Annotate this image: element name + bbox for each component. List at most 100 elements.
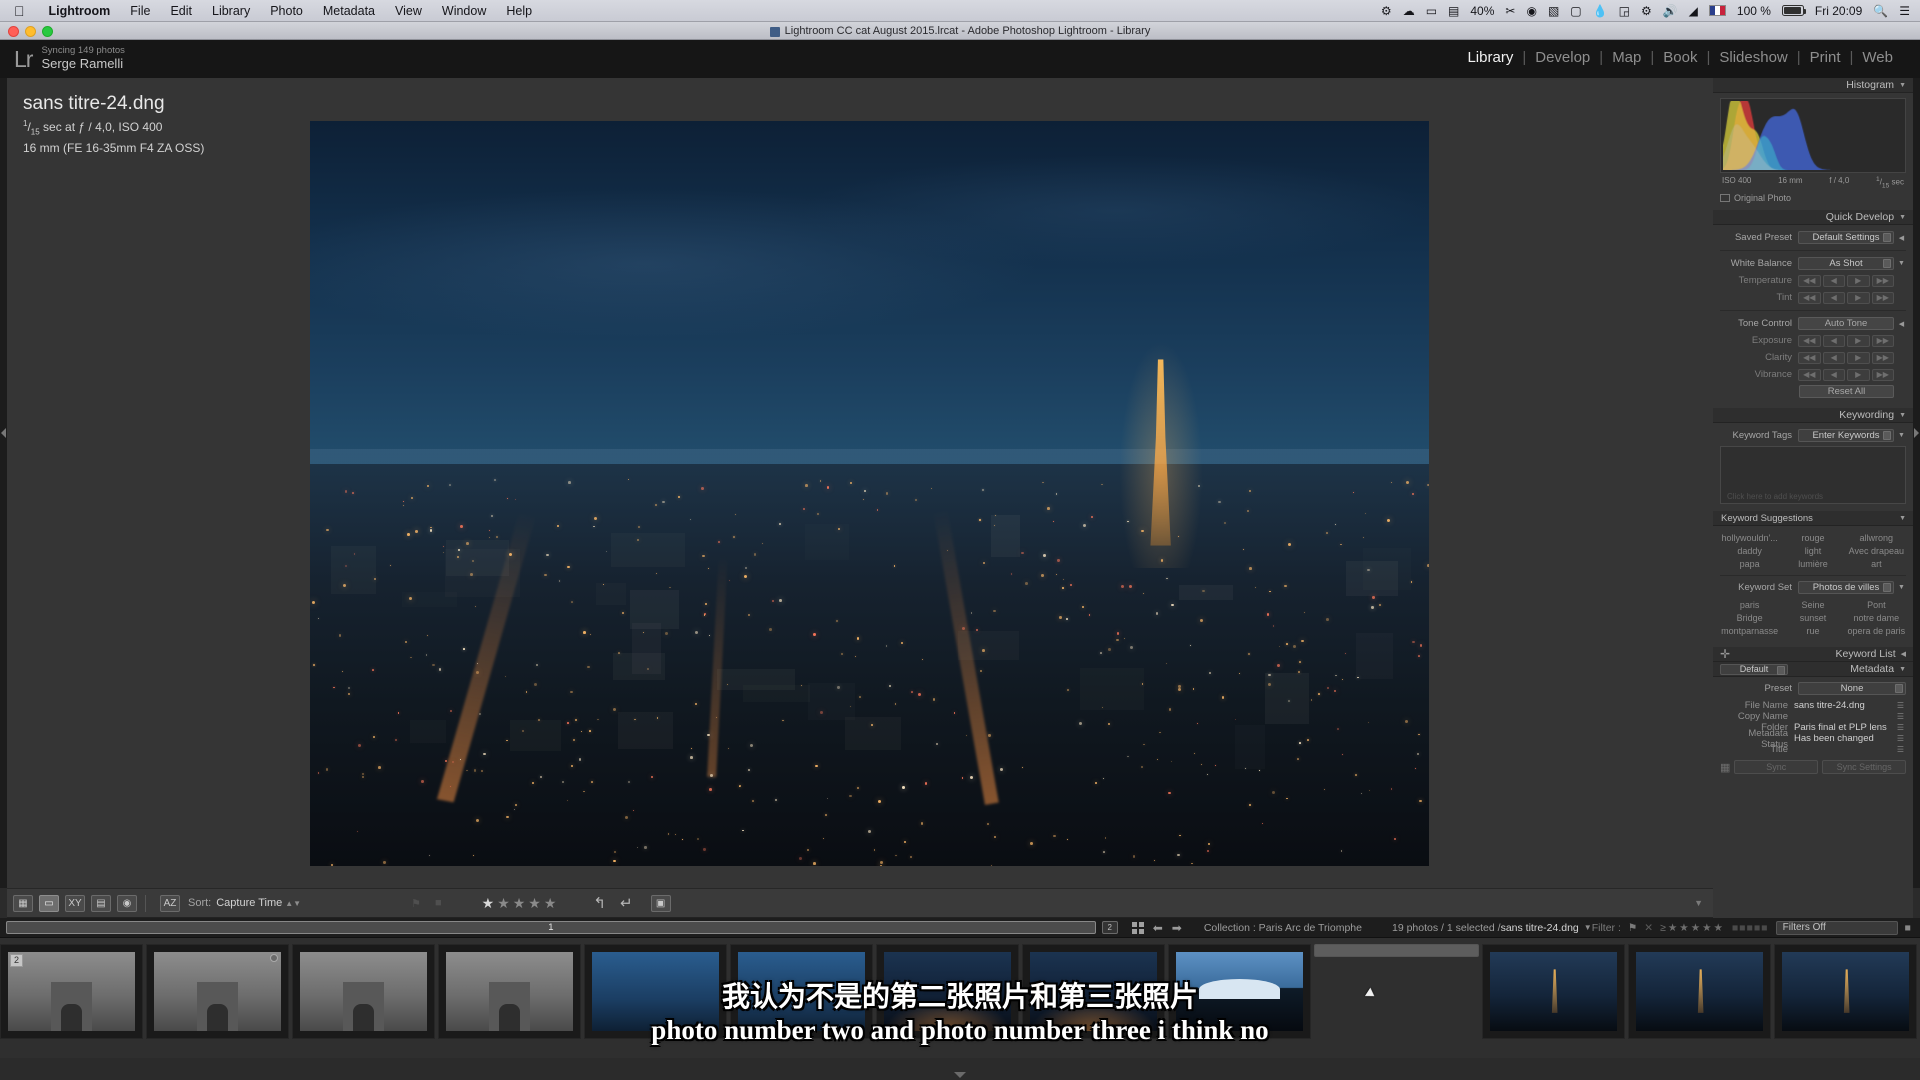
zoom-button[interactable] [42,26,53,37]
clarity-steppers[interactable]: ◀◀ ◀ ▶ ▶▶ [1798,351,1894,364]
sort-direction-icon[interactable]: AZ [160,894,180,912]
keyword-chip[interactable]: montparnasse [1720,625,1779,637]
keyword-suggestion-list[interactable]: hollywouldn'... rouge allwrong daddy light Av… [1720,532,1906,570]
metadata-field-action-icon[interactable]: ☰ [1895,723,1906,732]
keyword-chip[interactable]: allwrong [1847,532,1906,544]
histogram-chart[interactable] [1720,98,1906,173]
vibrance-steppers[interactable]: ◀◀ ◀ ▶ ▶▶ [1798,368,1894,381]
keyword-list-header[interactable]: ✛ Keyword List ◀ [1713,647,1913,663]
menu-view[interactable]: View [385,4,432,18]
histogram-aperture[interactable]: f / 4,0 [1829,176,1849,189]
chevron-down-icon[interactable]: ▼ [1899,214,1906,221]
flag-icon[interactable]: ⚑ [411,897,421,910]
metadata-field-value[interactable]: Has been changed [1794,733,1895,744]
temperature-steppers[interactable]: ◀◀ ◀ ▶ ▶▶ [1798,274,1894,287]
chevron-down-icon[interactable]: ▼ [1899,412,1906,419]
toolbar-chevron-icon[interactable]: ▼ [1694,898,1703,908]
metadata-field-action-icon[interactable]: ☰ [1895,734,1906,743]
tint-dec-large[interactable]: ◀◀ [1798,291,1821,304]
stepper-icon[interactable] [1883,431,1891,441]
main-photo[interactable] [310,121,1429,866]
rating-stars[interactable]: ★★★★★ [482,895,560,912]
metadata-field-action-icon[interactable]: ☰ [1895,745,1906,754]
white-balance-select[interactable]: As Shot [1798,257,1894,271]
apple-icon[interactable]:  [14,4,25,18]
keyword-chip[interactable]: art [1847,558,1906,570]
module-slideshow[interactable]: Slideshow [1710,49,1796,66]
clarity-inc-small[interactable]: ▶ [1847,351,1870,364]
filmstrip-thumbnail[interactable] [730,944,873,1039]
sync-button[interactable]: Sync [1734,760,1819,775]
chevron-down-icon[interactable]: ▼ [1899,515,1906,522]
collection-label[interactable]: Collection : Paris Arc de Triomphe [1204,922,1362,934]
stepper-icon[interactable] [1777,665,1785,675]
keyword-chip[interactable]: opera de paris [1847,625,1906,637]
identity-plate[interactable]: Lr Syncing 149 photos Serge Ramelli [14,45,125,71]
menu-library[interactable]: Library [202,4,260,18]
keywording-header[interactable]: Keywording ▼ [1713,408,1913,424]
tint-inc-large[interactable]: ▶▶ [1871,291,1894,304]
survey-view-icon[interactable]: ▤ [91,894,111,912]
reset-all-button[interactable]: Reset All [1799,385,1894,399]
keyword-input-area[interactable]: Click here to add keywords [1720,446,1906,505]
filmstrip-thumbnail[interactable] [876,944,1019,1039]
plus-icon[interactable]: ✛ [1720,647,1730,661]
chevron-down-icon[interactable]: ▼ [1899,666,1906,673]
grid-view-icon[interactable]: ▦ [13,894,33,912]
stepper-icon[interactable] [1883,259,1891,269]
sync-settings-button[interactable]: Sync Settings [1822,760,1906,775]
filters-select[interactable]: Filters Off [1775,920,1898,935]
keyword-chip[interactable]: Bridge [1720,612,1779,624]
menu-file[interactable]: File [120,4,160,18]
tint-steppers[interactable]: ◀◀ ◀ ▶ ▶▶ [1798,291,1894,304]
slideshow-play-icon[interactable]: ▣ [650,894,671,912]
recorder-icon[interactable]: ◉ [1526,5,1536,17]
quick-develop-header[interactable]: Quick Develop ▼ [1713,210,1913,226]
module-book[interactable]: Book [1654,49,1706,66]
keyword-chip[interactable]: paris [1720,599,1779,611]
menu-photo[interactable]: Photo [260,4,313,18]
volume-icon[interactable]: 🔊 [1663,5,1678,17]
filter-flag-icon[interactable]: ⚑ [1628,922,1637,934]
battery-icon[interactable] [1781,5,1807,16]
chevron-down-icon[interactable]: ▼ [1897,432,1906,439]
exposure-steppers[interactable]: ◀◀ ◀ ▶ ▶▶ [1798,334,1894,347]
keyword-chip[interactable]: sunset [1783,612,1842,624]
airplay-icon[interactable]: ◲ [1619,5,1630,17]
bluetooth-icon[interactable]: ⚙ [1641,5,1652,17]
filmstrip-thumbnail[interactable] [584,944,727,1039]
exposure-inc-large[interactable]: ▶▶ [1871,334,1894,347]
auto-tone-button[interactable]: Auto Tone [1798,317,1894,331]
chevron-down-icon[interactable]: ▼ [1897,260,1906,267]
collapse-arrow-icon[interactable]: ◀ [1897,234,1906,242]
keyword-chip[interactable]: daddy [1720,545,1779,557]
keyword-suggestions-header[interactable]: Keyword Suggestions ▼ [1713,511,1913,527]
clock[interactable]: Fri 20:09 [1815,4,1862,18]
filmstrip-thumbnail[interactable] [292,944,435,1039]
sort-chevron-icon[interactable]: ▲▼ [285,899,301,908]
filmstrip[interactable]: 2 [0,938,1920,1058]
metadata-view-select[interactable]: Default [1720,663,1788,675]
collapse-arrow-icon[interactable]: ◀ [1901,650,1906,658]
notification-center-icon[interactable]: ☰ [1899,5,1910,17]
keyword-chip[interactable]: Avec drapeau [1847,545,1906,557]
grid-view-toggle-icon[interactable] [1131,921,1144,934]
stepper-icon[interactable] [1895,684,1903,694]
exposure-inc-small[interactable]: ▶ [1847,334,1870,347]
saved-preset-select[interactable]: Default Settings [1798,231,1894,245]
chevron-down-icon[interactable]: ▼ [1897,584,1906,591]
filmstrip-thumbnail[interactable]: 2 [0,944,143,1039]
metadata-field-value[interactable]: sans titre-24.dng [1794,700,1895,711]
metadata-field-value[interactable]: Paris final et PLP lens [1794,722,1895,733]
collapse-arrow-icon[interactable]: ◀ [1897,320,1906,328]
menu-lightroom[interactable]: Lightroom [39,4,121,18]
screen-record-icon[interactable]: ▭ [1426,5,1437,17]
clarity-inc-large[interactable]: ▶▶ [1871,351,1894,364]
screen-1-button[interactable]: 1 [6,921,1096,934]
keyword-chip[interactable]: papa [1720,558,1779,570]
keyword-tags-select[interactable]: Enter Keywords [1798,429,1894,443]
tint-dec-small[interactable]: ◀ [1822,291,1845,304]
keyword-chip[interactable]: hollywouldn'... [1720,532,1779,544]
metadata-field-action-icon[interactable]: ☰ [1895,712,1906,721]
module-library[interactable]: Library [1458,49,1522,66]
